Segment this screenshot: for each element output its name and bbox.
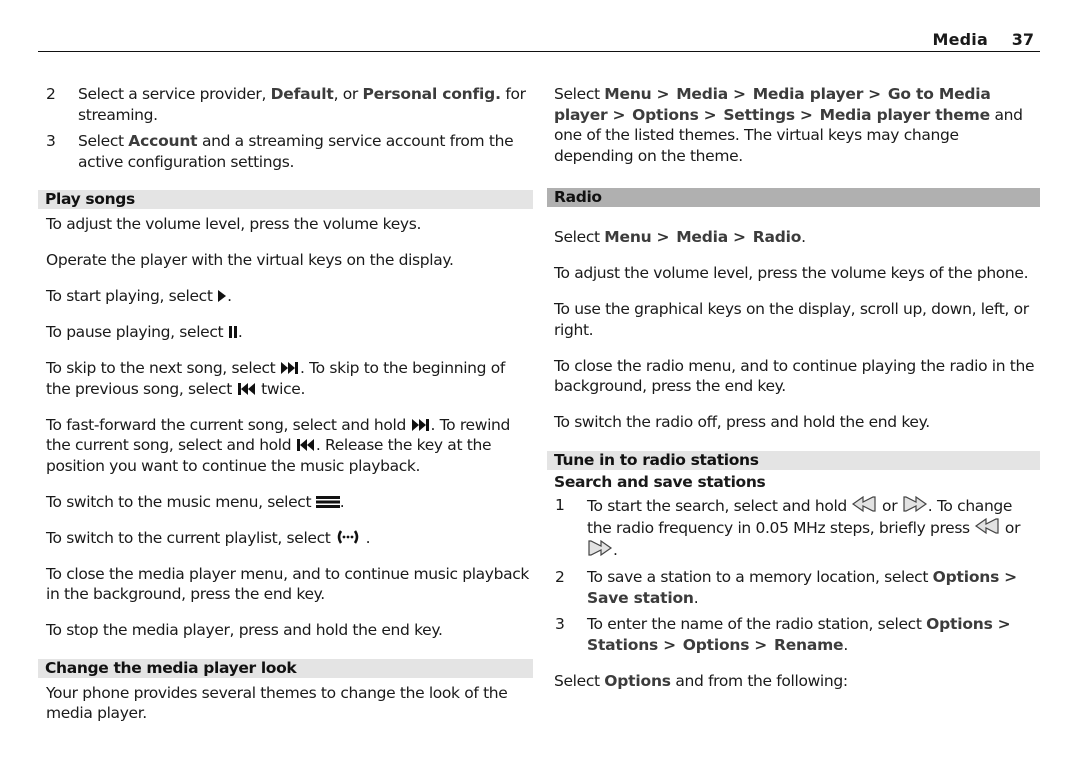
- menu-path-step: Options: [682, 635, 750, 654]
- seek-forward-icon: [903, 495, 927, 513]
- option-personal-config: Personal config.: [362, 85, 501, 103]
- seek-back-icon: [852, 495, 877, 513]
- paragraph: Your phone provides several themes to ch…: [46, 683, 508, 723]
- list-item: 2 Select a service provider, Default, or…: [46, 85, 526, 124]
- option-options: Options: [604, 672, 671, 690]
- section-heading-change-look: Change the media player look: [38, 658, 533, 678]
- menu-path-step: Options: [632, 105, 699, 124]
- skip-forward-icon: [281, 362, 298, 374]
- seek-back-icon: [975, 517, 999, 535]
- skip-back-icon: [237, 382, 255, 395]
- menu-path-step: Menu: [604, 85, 652, 103]
- seek-forward-icon: [588, 539, 613, 557]
- menu-path-step: Media: [676, 85, 729, 103]
- list-item: 2 To save a station to a memory location…: [555, 568, 1017, 607]
- menu-path-step: Stations: [587, 635, 659, 654]
- playlist-icon: [337, 529, 359, 544]
- paragraph: To stop the media player, press and hold…: [46, 621, 443, 639]
- paragraph: To close the radio menu, and to continue…: [554, 356, 1035, 396]
- list-item: 3 To enter the name of the radio station…: [555, 615, 1011, 654]
- path-separator: >: [997, 615, 1011, 633]
- menu-path-step: Options: [926, 615, 993, 633]
- menu-path-step: Save station: [587, 588, 694, 607]
- paragraph: To start playing, select .: [46, 287, 232, 305]
- paragraph: To skip to the next song, select . To sk…: [46, 359, 505, 398]
- skip-back-icon: [296, 439, 314, 451]
- path-separator: >: [754, 635, 772, 654]
- right-column: Select Menu > Media > Media player > Go to …: [547, 84, 1040, 707]
- paragraph: To switch to the music menu, select .: [46, 492, 345, 511]
- music-menu-icon: [315, 495, 340, 508]
- paragraph: To adjust the volume level, press the vo…: [554, 264, 1029, 282]
- section-heading-tune: Tune in to radio stations: [547, 450, 1040, 470]
- menu-path-step: Menu: [604, 228, 652, 246]
- subheading-search-save: Search and save stations: [554, 472, 766, 491]
- path-separator: >: [1004, 568, 1017, 586]
- path-separator: >: [799, 105, 818, 124]
- paragraph: To fast-forward the current song, select…: [46, 415, 510, 475]
- menu-path-step: Media player: [752, 85, 864, 103]
- menu-path-step: Settings: [723, 105, 795, 124]
- list-item: 3 Select Account and a streaming service…: [46, 132, 514, 171]
- paragraph: To use the graphical keys on the display…: [554, 300, 1029, 339]
- paragraph: Select Options and from the following:: [554, 672, 848, 690]
- path-separator: >: [656, 85, 675, 103]
- menu-path-step: Radio: [752, 228, 802, 246]
- chapter-title: Media: [932, 30, 988, 49]
- left-column: 2 Select a service provider, Default, or…: [38, 84, 533, 739]
- path-separator: >: [868, 85, 886, 103]
- paragraph: Operate the player with the virtual keys…: [46, 251, 454, 269]
- path-separator: >: [733, 85, 751, 103]
- skip-forward-icon: [411, 418, 429, 431]
- path-separator: >: [612, 105, 631, 124]
- list-item: 1 To start the search, select and hold o…: [555, 495, 1021, 559]
- menu-path-step: Media player theme: [819, 105, 990, 124]
- page-number: 37: [1011, 30, 1034, 49]
- paragraph: To switch the radio off, press and hold …: [554, 413, 930, 431]
- path-separator: >: [733, 228, 751, 246]
- menu-path-radio: Select Menu > Media > Radio.: [554, 228, 806, 246]
- menu-path-theme: Select Menu > Media > Media player > Go to …: [554, 85, 1023, 165]
- section-heading-play-songs: Play songs: [38, 190, 533, 209]
- option-default: Default: [270, 85, 334, 103]
- section-heading-radio: Radio: [547, 188, 1040, 207]
- path-separator: >: [663, 635, 681, 654]
- paragraph: To close the media player menu, and to c…: [46, 564, 530, 604]
- paragraph: To pause playing, select .: [46, 323, 243, 341]
- page-header: Media 37: [38, 27, 1040, 52]
- paragraph: To switch to the current playlist, selec…: [46, 528, 371, 547]
- menu-path-step: Rename: [773, 635, 844, 654]
- path-separator: >: [656, 228, 675, 246]
- option-account: Account: [128, 132, 198, 150]
- menu-path-step: Media: [676, 228, 729, 246]
- play-icon: [218, 290, 227, 302]
- menu-path-step: Options: [932, 568, 1000, 586]
- pause-icon: [228, 326, 237, 338]
- paragraph: To adjust the volume level, press the vo…: [46, 215, 422, 233]
- path-separator: >: [703, 105, 722, 124]
